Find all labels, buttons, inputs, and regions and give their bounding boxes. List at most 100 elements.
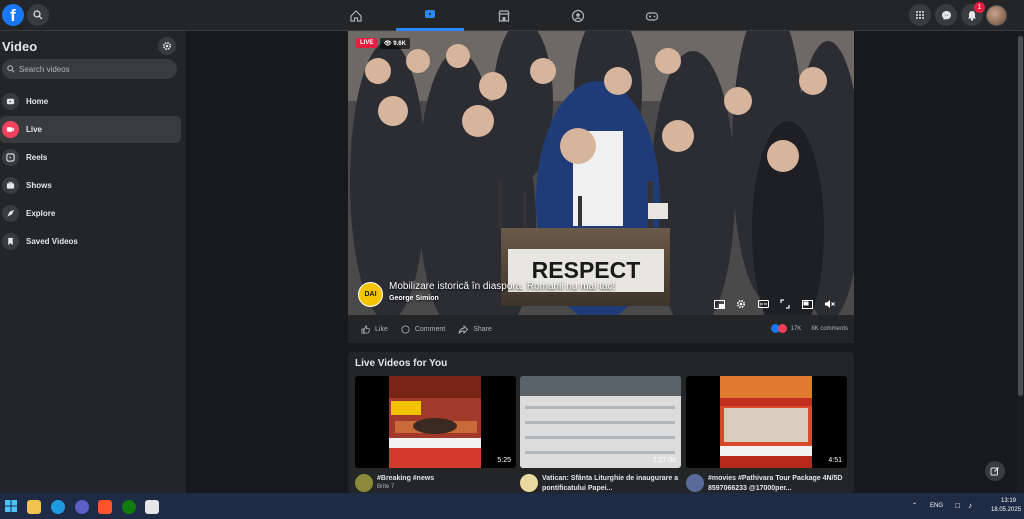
card-title[interactable]: #Breaking #news <box>377 474 434 484</box>
thumbnail-image <box>520 376 681 468</box>
reels-icon <box>2 149 19 166</box>
card-meta: #movies #Pathivara Tour Package 4N/5D 85… <box>686 474 847 494</box>
comment-label: Comment <box>414 325 446 333</box>
facebook-logo[interactable]: f <box>2 4 24 26</box>
thumbnail-image <box>389 376 481 468</box>
file-explorer-icon[interactable] <box>27 500 41 514</box>
live-video-card[interactable]: 5:25 #Breaking #news Brite 7 <box>355 376 516 492</box>
nav-tab-groups[interactable] <box>544 0 612 31</box>
video-thumbnail[interactable]: 4:51 <box>686 376 847 468</box>
volume-icon[interactable]: ♪ <box>968 501 972 510</box>
explore-icon <box>2 205 19 222</box>
expand-icon <box>780 299 790 309</box>
card-title[interactable]: #movies #Pathivara Tour Package 4N/5D 85… <box>708 474 847 494</box>
sidebar-item-label: Reels <box>26 153 48 162</box>
live-icon <box>2 121 19 138</box>
video-title: Mobilizare istorică în diaspora. Romanii… <box>389 281 616 292</box>
marketplace-icon <box>498 9 510 22</box>
sidebar-item-explore[interactable]: Explore <box>0 200 181 227</box>
network-icon[interactable]: □ <box>955 501 960 510</box>
top-navigation-bar: f 1 <box>0 0 1024 31</box>
clock-date[interactable]: 18.05.2025 <box>991 507 1021 513</box>
profile-avatar[interactable] <box>986 5 1007 26</box>
sidebar-item-live[interactable]: Live <box>0 116 181 143</box>
like-label: Like <box>375 325 388 333</box>
expand-button[interactable] <box>778 297 792 311</box>
clock-time[interactable]: 13:19 <box>1001 498 1016 504</box>
app-icon[interactable] <box>145 500 159 514</box>
video-thumbnail[interactable]: 2:27:06 <box>520 376 681 468</box>
reactions-count: 17K <box>790 325 802 332</box>
sidebar-item-label: Saved Videos <box>26 237 78 246</box>
settings-button[interactable] <box>734 297 748 311</box>
search-button[interactable] <box>27 4 49 26</box>
teams-icon[interactable] <box>75 500 89 514</box>
video-sidebar: Video Home Live Reels Shows Explore Save… <box>0 31 186 493</box>
settings-button[interactable] <box>158 37 176 55</box>
video-thumbnail[interactable]: 5:25 <box>355 376 516 468</box>
gear-icon <box>162 41 172 51</box>
nav-tab-gaming[interactable] <box>618 0 686 31</box>
channel-avatar[interactable] <box>355 474 373 492</box>
video-author[interactable]: George Simion <box>389 295 439 302</box>
tray-chevron-icon[interactable]: ⌃ <box>912 502 917 509</box>
card-meta: #Breaking #news Brite 7 <box>355 474 516 492</box>
miniplayer-button[interactable] <box>712 297 726 311</box>
live-video-player[interactable]: RESPECT LIVE 👁 9.6K DAI Mobilizare istor… <box>348 31 854 315</box>
mute-button[interactable] <box>822 297 836 311</box>
eye-icon: 👁 <box>384 41 392 47</box>
sidebar-item-label: Home <box>26 97 49 106</box>
share-icon <box>458 324 469 334</box>
menu-button[interactable] <box>909 4 931 26</box>
live-videos-section: Live Videos for You 5:25 #Breaking #news… <box>348 352 854 493</box>
groups-icon <box>571 9 585 22</box>
sidebar-item-label: Explore <box>26 209 56 218</box>
nav-tab-video[interactable] <box>396 0 464 31</box>
captions-button[interactable] <box>756 297 770 311</box>
sidebar-item-label: Shows <box>26 181 52 190</box>
xbox-icon[interactable] <box>122 500 136 514</box>
notification-badge: 1 <box>974 2 985 13</box>
share-button[interactable]: Share <box>458 324 492 334</box>
new-message-button[interactable] <box>985 461 1005 481</box>
sidebar-item-shows[interactable]: Shows <box>0 172 181 199</box>
reactions-summary[interactable]: 17K 8K comments <box>770 324 848 333</box>
messenger-button[interactable] <box>935 4 957 26</box>
video-duration: 5:25 <box>497 457 511 464</box>
live-badge: LIVE <box>356 38 378 48</box>
live-video-card[interactable]: 2:27:06 Vatican: Sfânta Liturghie de ina… <box>520 376 681 494</box>
channel-avatar[interactable] <box>686 474 704 492</box>
comments-count[interactable]: 8K comments <box>811 326 848 332</box>
card-channel[interactable]: Brite 7 <box>377 484 434 490</box>
like-button[interactable]: Like <box>361 324 388 334</box>
home-icon <box>2 93 19 110</box>
share-label: Share <box>473 325 492 333</box>
viewer-count: 👁 9.6K <box>380 38 410 49</box>
sidebar-item-home[interactable]: Home <box>0 88 181 115</box>
card-title[interactable]: Vatican: Sfânta Liturghie de inaugurare … <box>542 474 681 494</box>
brave-browser-icon[interactable] <box>98 500 112 514</box>
language-indicator[interactable]: ENG <box>930 503 943 509</box>
sidebar-item-label: Live <box>26 125 43 134</box>
channel-avatar[interactable] <box>520 474 538 492</box>
comment-button[interactable]: Comment <box>401 324 446 334</box>
video-icon <box>425 10 435 18</box>
search-videos-input[interactable] <box>19 64 159 74</box>
home-icon <box>350 9 362 22</box>
pip-button[interactable] <box>800 297 814 311</box>
author-avatar[interactable]: DAI <box>358 282 383 307</box>
speaker-muted-icon <box>824 300 835 308</box>
live-video-card[interactable]: 4:51 #movies #Pathivara Tour Package 4N/… <box>686 376 847 494</box>
search-icon <box>7 65 15 73</box>
sidebar-item-reels[interactable]: Reels <box>0 144 181 171</box>
thumbs-up-icon <box>361 324 370 334</box>
windows-start-icon[interactable] <box>5 500 17 512</box>
page-scrollbar-thumb[interactable] <box>1018 36 1023 396</box>
gaming-icon <box>645 11 659 21</box>
captions-icon <box>757 300 769 308</box>
sidebar-item-saved-videos[interactable]: Saved Videos <box>0 228 181 255</box>
edge-browser-icon[interactable] <box>51 500 65 514</box>
search-videos-field[interactable] <box>2 59 177 79</box>
nav-tab-home[interactable] <box>322 0 390 31</box>
nav-tab-marketplace[interactable] <box>470 0 538 31</box>
